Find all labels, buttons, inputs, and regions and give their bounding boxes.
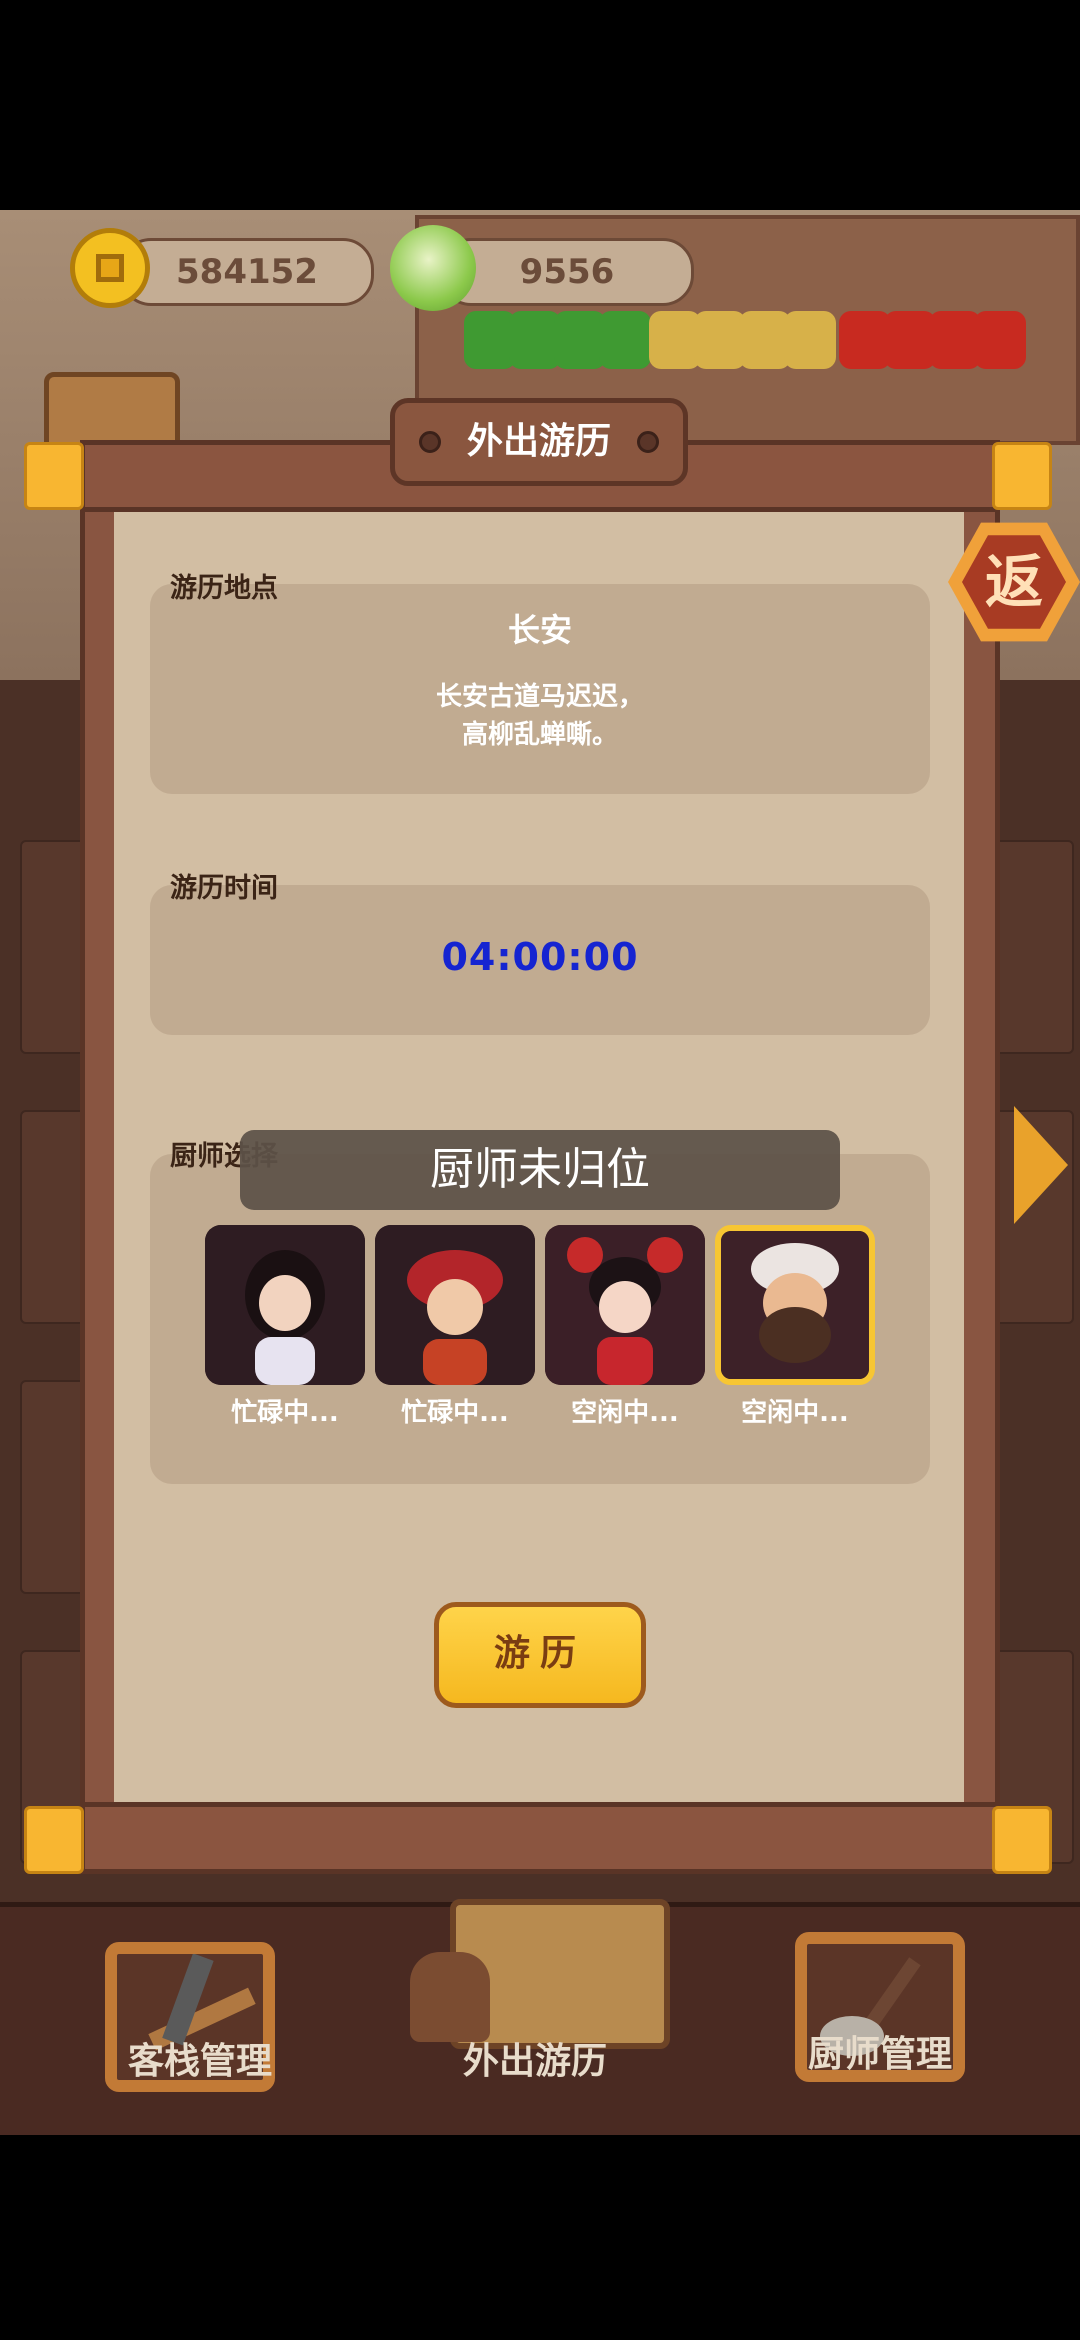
coin-counter: 584152 xyxy=(120,238,374,306)
location-name: 长安 xyxy=(507,611,572,649)
chef-portrait-icon xyxy=(545,1225,705,1385)
chef-status: 忙碌中... xyxy=(231,1398,339,1428)
location-label: 游历地点 xyxy=(170,573,278,604)
chef-avatar[interactable] xyxy=(545,1225,705,1385)
travel-timer: 04:00:00 xyxy=(441,935,639,979)
chef-avatar[interactable] xyxy=(205,1225,365,1385)
cabbage-icon xyxy=(390,225,476,311)
red-pepper-icon xyxy=(974,311,1026,369)
frame-corner xyxy=(992,442,1052,510)
wall-panel xyxy=(990,840,1074,1054)
frame-corner xyxy=(992,1806,1052,1874)
nav-label-travel[interactable]: 外出游历 xyxy=(415,2032,655,2084)
chef-avatar-selected[interactable] xyxy=(715,1225,875,1385)
chef-portrait-icon xyxy=(205,1225,365,1385)
nav-label-chef[interactable]: 厨师管理 xyxy=(760,2025,1000,2077)
return-button[interactable]: 返 xyxy=(948,516,1080,648)
chef-status: 空闲中... xyxy=(741,1398,849,1428)
vegetable-counter: 9556 xyxy=(440,238,694,306)
vegetable-amount: 9556 xyxy=(519,252,615,292)
modal-bottom-bar xyxy=(80,1802,1000,1874)
time-label: 游历时间 xyxy=(170,873,278,904)
coin-icon-center xyxy=(96,254,124,282)
travel-button[interactable]: 游历 xyxy=(434,1602,646,1708)
return-label: 返 xyxy=(984,548,1043,616)
horse-icon xyxy=(410,1952,490,2042)
yellow-pepper-icon xyxy=(784,311,836,369)
coin-amount: 584152 xyxy=(176,252,318,292)
green-pepper-icon xyxy=(599,311,651,369)
chef-status: 忙碌中... xyxy=(401,1398,509,1428)
nav-label-inn[interactable]: 客栈管理 xyxy=(80,2032,320,2084)
toast-message: 厨师未归位 xyxy=(240,1130,840,1210)
chef-status: 空闲中... xyxy=(571,1398,679,1428)
bottom-nav: 客栈管理 外出游历 厨师管理 xyxy=(0,1899,1080,2135)
modal-title: 外出游历 xyxy=(466,421,611,462)
location-description: 长安古道马迟迟， 高柳乱蝉嘶。 xyxy=(150,678,930,754)
chef-portrait-icon xyxy=(721,1231,869,1379)
location-desc-line: 长安古道马迟迟， xyxy=(435,682,644,712)
chef-avatar[interactable] xyxy=(375,1225,535,1385)
chef-portrait-icon xyxy=(375,1225,535,1385)
frame-corner xyxy=(24,1806,84,1874)
location-desc-line: 高柳乱蝉嘶。 xyxy=(461,720,618,750)
frame-corner xyxy=(24,442,84,510)
